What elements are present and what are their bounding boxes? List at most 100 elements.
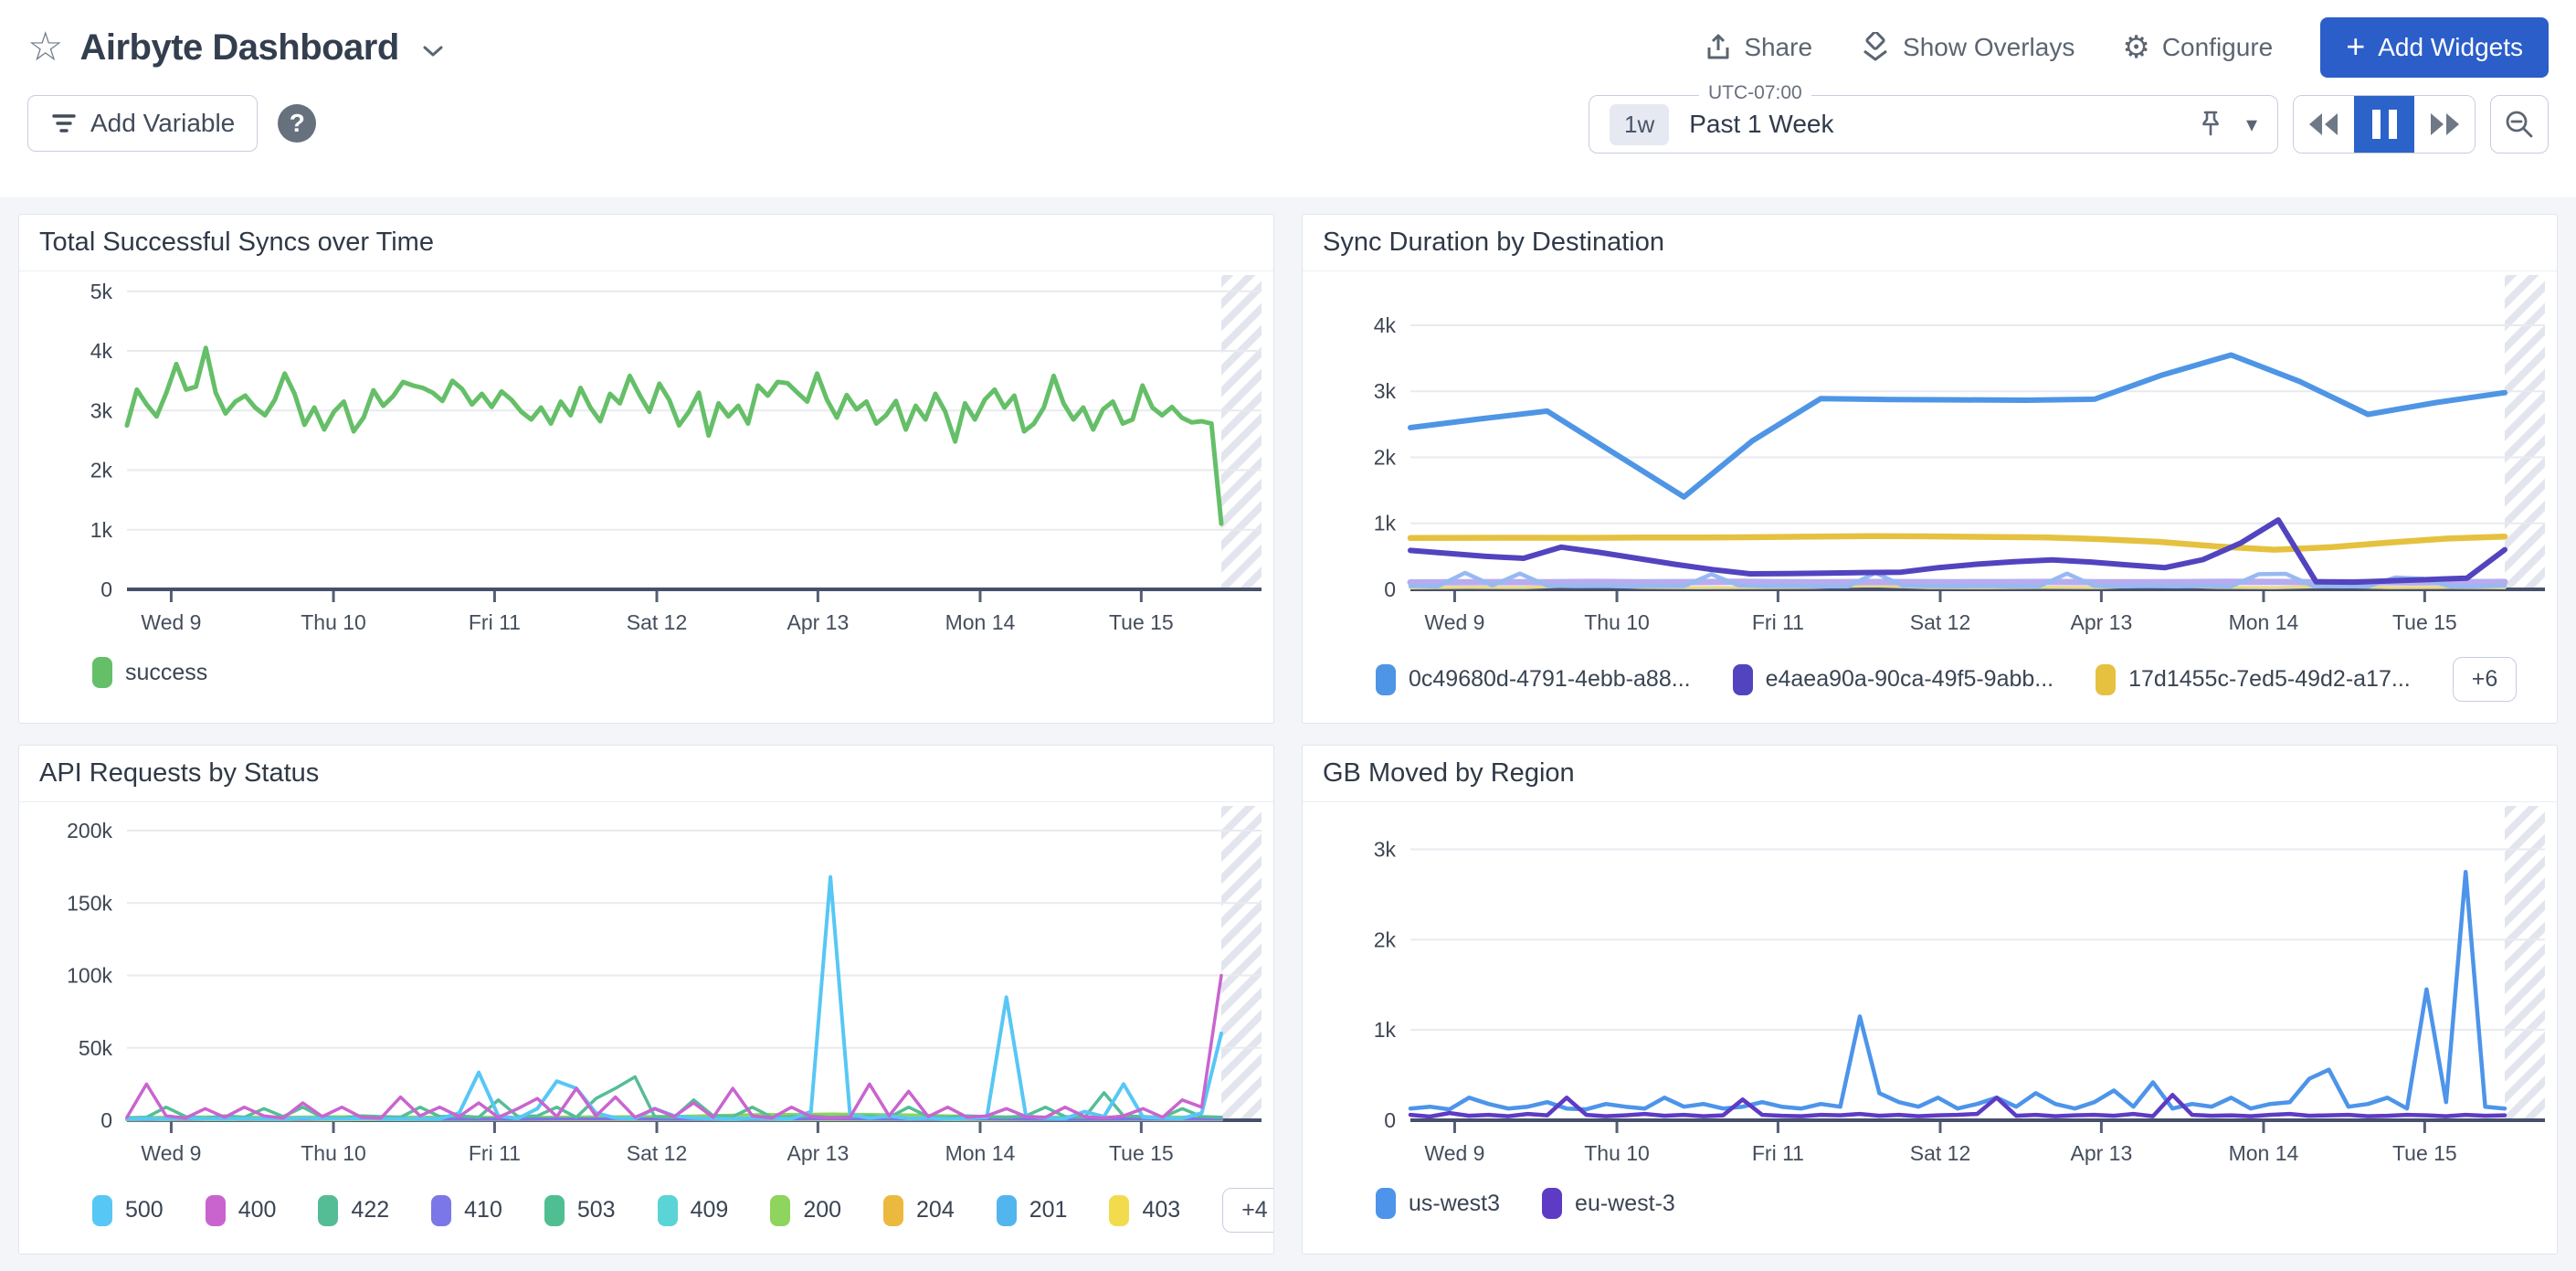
legend-item-e4aea90a-90ca-49f5-9abb...[interactable]: e4aea90a-90ca-49f5-9abb... xyxy=(1733,664,2054,695)
series-line-400 xyxy=(127,976,1221,1118)
y-tick-label: 0 xyxy=(100,1108,112,1132)
legend-color-chip xyxy=(2096,664,2116,695)
chevron-down-icon[interactable]: ▾ xyxy=(2246,111,2257,138)
series-line-success xyxy=(127,348,1221,524)
y-tick-label: 4k xyxy=(1374,313,1397,337)
add-widgets-button[interactable]: + Add Widgets xyxy=(2320,17,2549,78)
legend-label: 17d1455c-7ed5-49d2-a17... xyxy=(2128,666,2411,693)
x-tick-label: Apr 13 xyxy=(2070,1141,2132,1165)
legend-item-success[interactable]: success xyxy=(92,657,207,688)
legend-label: 500 xyxy=(125,1197,164,1223)
time-forward-button[interactable] xyxy=(2414,96,2475,153)
legend-label: 410 xyxy=(464,1197,502,1223)
widget-gb-moved: GB Moved by Region 01k2k3kWed 9Thu 10Fri… xyxy=(1302,745,2558,1255)
title-chevron-down-icon[interactable] xyxy=(421,44,445,58)
layers-icon xyxy=(1860,32,1891,63)
legend-item-503[interactable]: 503 xyxy=(544,1195,616,1226)
chart-canvas-api-requests[interactable]: 050k100k150k200kWed 9Thu 10Fri 11Sat 12A… xyxy=(19,802,1273,1186)
future-time-hatch xyxy=(2505,275,2545,589)
legend-item-17d1455c-7ed5-49d2-a17...[interactable]: 17d1455c-7ed5-49d2-a17... xyxy=(2096,664,2411,695)
series-line-eu-west-3 xyxy=(1410,1095,2505,1117)
time-pause-button[interactable] xyxy=(2354,96,2414,153)
x-tick-label: Sat 12 xyxy=(627,610,688,634)
legend-item-409[interactable]: 409 xyxy=(658,1195,729,1226)
legend-label: success xyxy=(125,660,207,686)
time-backward-button[interactable] xyxy=(2294,96,2354,153)
zoom-out-button[interactable] xyxy=(2490,95,2549,154)
timezone-label: UTC-07:00 xyxy=(1699,82,1811,104)
time-range-chip[interactable]: 1w xyxy=(1610,104,1669,145)
y-tick-label: 4k xyxy=(90,339,113,363)
chart-canvas-sync-duration[interactable]: 01k2k3k4kWed 9Thu 10Fri 11Sat 12Apr 13Mo… xyxy=(1303,271,2557,655)
fast-forward-icon xyxy=(2428,111,2461,137)
configure-button[interactable]: ⚙ Configure xyxy=(2122,32,2273,63)
add-variable-button[interactable]: Add Variable xyxy=(27,95,258,152)
x-tick-label: Fri 11 xyxy=(1752,1141,1804,1165)
series-line-500 xyxy=(127,877,1221,1119)
legend-item-204[interactable]: 204 xyxy=(883,1195,955,1226)
legend-item-us-west3[interactable]: us-west3 xyxy=(1376,1188,1500,1219)
x-tick-label: Wed 9 xyxy=(141,1141,201,1165)
title-group: ☆ Airbyte Dashboard xyxy=(27,27,445,69)
y-tick-label: 0 xyxy=(1384,1108,1396,1132)
legend-color-chip xyxy=(206,1195,226,1226)
x-tick-label: Mon 14 xyxy=(2229,1141,2299,1165)
legend-item-eu-west-3[interactable]: eu-west-3 xyxy=(1542,1188,1675,1219)
legend-color-chip xyxy=(883,1195,903,1226)
y-tick-label: 2k xyxy=(1374,445,1397,469)
favorite-star-icon[interactable]: ☆ xyxy=(27,27,63,68)
legend-item-200[interactable]: 200 xyxy=(770,1195,841,1226)
legend-item-410[interactable]: 410 xyxy=(431,1195,502,1226)
gear-icon: ⚙ xyxy=(2122,32,2149,63)
selector-icons: ▾ xyxy=(2199,110,2257,139)
share-button[interactable]: Share xyxy=(1705,33,1812,62)
pin-icon[interactable] xyxy=(2199,110,2222,139)
show-overlays-button[interactable]: Show Overlays xyxy=(1860,32,2075,63)
widget-api-requests: API Requests by Status 050k100k150k200kW… xyxy=(18,745,1274,1255)
chart-legend: 0c49680d-4791-4ebb-a88... e4aea90a-90ca-4… xyxy=(1303,655,2557,702)
legend-label: 400 xyxy=(238,1197,277,1223)
x-tick-label: Thu 10 xyxy=(301,610,366,634)
legend-item-201[interactable]: 201 xyxy=(997,1195,1068,1226)
legend-color-chip xyxy=(1542,1188,1562,1219)
legend-label: e4aea90a-90ca-49f5-9abb... xyxy=(1766,666,2054,693)
legend-item-422[interactable]: 422 xyxy=(318,1195,389,1226)
future-time-hatch xyxy=(1221,806,1262,1120)
legend-label: 201 xyxy=(1029,1197,1068,1223)
header: ☆ Airbyte Dashboard Share Show Overlays … xyxy=(0,0,2576,197)
y-tick-label: 2k xyxy=(90,459,113,482)
help-icon[interactable]: ? xyxy=(278,104,316,143)
chart-canvas-gb-moved[interactable]: 01k2k3kWed 9Thu 10Fri 11Sat 12Apr 13Mon … xyxy=(1303,802,2557,1186)
legend-label: us-west3 xyxy=(1409,1191,1500,1217)
y-tick-label: 50k xyxy=(79,1036,113,1060)
legend-item-403[interactable]: 403 xyxy=(1109,1195,1180,1226)
legend-color-chip xyxy=(1109,1195,1129,1226)
legend-item-400[interactable]: 400 xyxy=(206,1195,277,1226)
legend-overflow-badge[interactable]: +4 xyxy=(1222,1188,1274,1233)
legend-color-chip xyxy=(1733,664,1753,695)
legend-color-chip xyxy=(318,1195,338,1226)
time-range-selector[interactable]: UTC-07:00 1w Past 1 Week ▾ xyxy=(1589,95,2278,154)
legend-label: 0c49680d-4791-4ebb-a88... xyxy=(1409,666,1691,693)
legend-label: eu-west-3 xyxy=(1575,1191,1675,1217)
x-tick-label: Mon 14 xyxy=(945,610,1016,634)
header-actions: Share Show Overlays ⚙ Configure + Add Wi… xyxy=(1705,17,2549,78)
widget-title: API Requests by Status xyxy=(19,746,1273,802)
legend-color-chip xyxy=(92,657,112,688)
chart-canvas-total-successful-syncs[interactable]: 01k2k3k4k5kWed 9Thu 10Fri 11Sat 12Apr 13… xyxy=(19,271,1273,655)
x-tick-label: Tue 15 xyxy=(1109,610,1174,634)
x-tick-label: Mon 14 xyxy=(945,1141,1016,1165)
rewind-icon xyxy=(2307,111,2340,137)
show-overlays-label: Show Overlays xyxy=(1903,33,2075,62)
time-controls: UTC-07:00 1w Past 1 Week ▾ xyxy=(1589,95,2549,154)
widget-title: Sync Duration by Destination xyxy=(1303,215,2557,271)
legend-item-500[interactable]: 500 xyxy=(92,1195,164,1226)
x-tick-label: Apr 13 xyxy=(787,610,849,634)
legend-label: 200 xyxy=(803,1197,841,1223)
y-tick-label: 0 xyxy=(1384,577,1396,601)
legend-item-0c49680d-4791-4ebb-a88...[interactable]: 0c49680d-4791-4ebb-a88... xyxy=(1376,664,1691,695)
series-line-e4aea90a-90ca-49f5-9abb... xyxy=(1410,520,2505,582)
legend-overflow-badge[interactable]: +6 xyxy=(2453,657,2518,702)
x-tick-label: Tue 15 xyxy=(1109,1141,1174,1165)
widget-title: GB Moved by Region xyxy=(1303,746,2557,802)
